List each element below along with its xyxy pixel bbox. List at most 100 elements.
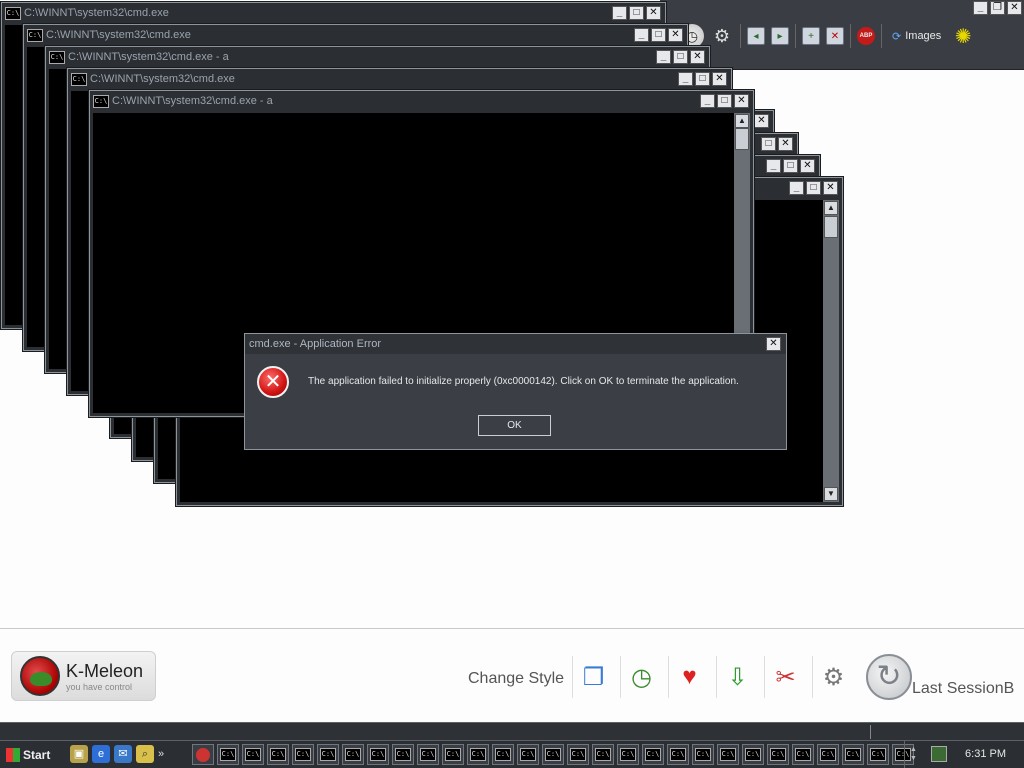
scroll-up-button[interactable]: ▲ — [735, 114, 749, 128]
maximize-button[interactable]: □ — [695, 72, 710, 86]
minimize-button[interactable]: _ — [612, 6, 627, 20]
close-button[interactable]: ✕ — [778, 137, 793, 151]
task-button-cmd[interactable]: C:\ — [492, 744, 514, 765]
start-button[interactable]: Start — [2, 745, 54, 765]
cmd-window-titlebar[interactable]: C:\ C:\WINNT\system32\cmd.exe — [68, 69, 731, 89]
close-button[interactable]: ✕ — [800, 159, 815, 173]
adblock-icon[interactable]: ABP — [857, 27, 875, 45]
favorites-heart-icon[interactable]: ♥ — [668, 656, 710, 698]
quick-launch: ▣ e ✉ ⌕ » — [70, 745, 164, 763]
dialog-titlebar[interactable]: cmd.exe - Application Error — [245, 334, 786, 354]
cmd-window-buttons: _ □ ✕ — [700, 94, 749, 108]
kaleidoscope-icon[interactable]: ✺ — [951, 24, 975, 48]
tray-scroll-arrows[interactable]: ▲ ▼ — [910, 745, 917, 763]
task-button-cmd[interactable]: C:\ — [342, 744, 364, 765]
task-button-cmd[interactable]: C:\ — [592, 744, 614, 765]
minimize-button[interactable]: _ — [700, 94, 715, 108]
ok-button[interactable]: OK — [478, 415, 551, 436]
task-button-cmd[interactable]: C:\ — [217, 744, 239, 765]
last-session-button[interactable]: ↻ Last SessionB — [866, 654, 1014, 700]
scroll-up-button[interactable]: ▲ — [824, 201, 838, 215]
task-button-cmd[interactable]: C:\ — [392, 744, 414, 765]
close-button[interactable]: ✕ — [668, 28, 683, 42]
maximize-button[interactable]: □ — [806, 181, 821, 195]
search-icon[interactable]: ⌕ — [136, 745, 154, 763]
task-button-cmd[interactable]: C:\ — [317, 744, 339, 765]
minimize-button[interactable]: _ — [656, 50, 671, 64]
scroll-down-button[interactable]: ▼ — [824, 487, 838, 501]
cmd-window-titlebar[interactable]: C:\ C:\WINNT\system32\cmd.exe — [2, 3, 665, 23]
privacy-icon[interactable]: ⚙ — [812, 656, 854, 698]
minimize-button[interactable]: _ — [766, 159, 781, 173]
vertical-scrollbar[interactable]: ▲ ▼ — [823, 200, 839, 502]
change-style-button[interactable]: Change Style — [468, 670, 564, 688]
last-session-label: Last SessionB — [912, 680, 1015, 697]
task-button-cmd[interactable]: C:\ — [442, 744, 464, 765]
task-button-cmd[interactable]: C:\ — [417, 744, 439, 765]
minimize-button[interactable]: _ — [789, 181, 804, 195]
task-button-cmd[interactable]: C:\ — [792, 744, 814, 765]
minimize-button[interactable]: _ — [634, 28, 649, 42]
task-button-cmd[interactable]: C:\ — [742, 744, 764, 765]
close-button[interactable]: ✕ — [754, 114, 769, 128]
ie-icon[interactable]: e — [92, 745, 110, 763]
task-button-cmd[interactable]: C:\ — [767, 744, 789, 765]
maximize-button[interactable]: □ — [717, 94, 732, 108]
forward-icon[interactable]: ▸ — [771, 27, 789, 45]
scroll-thumb[interactable] — [824, 216, 838, 238]
task-button-cmd[interactable]: C:\ — [842, 744, 864, 765]
task-button-cmd[interactable]: C:\ — [567, 744, 589, 765]
task-button-cmd[interactable]: C:\ — [642, 744, 664, 765]
task-button-cmd[interactable]: C:\ — [542, 744, 564, 765]
close-tab-icon[interactable]: ✕ — [826, 27, 844, 45]
maximize-button[interactable]: □ — [651, 28, 666, 42]
outlook-icon[interactable]: ✉ — [114, 745, 132, 763]
task-button-cmd[interactable]: C:\ — [717, 744, 739, 765]
settings-icon[interactable]: ⚙ — [710, 24, 734, 48]
new-window-icon[interactable]: ❐ — [572, 656, 614, 698]
task-button-kmeleon[interactable] — [192, 744, 214, 765]
show-desktop-icon[interactable]: ▣ — [70, 745, 88, 763]
task-button-cmd[interactable]: C:\ — [617, 744, 639, 765]
close-button[interactable]: ✕ — [646, 6, 661, 20]
kmeleon-logo[interactable]: K-Meleon you have control — [11, 651, 156, 701]
download-icon[interactable]: ⇩ — [716, 656, 758, 698]
task-button-cmd[interactable]: C:\ — [467, 744, 489, 765]
task-button-cmd[interactable]: C:\ — [242, 744, 264, 765]
tray-network-icon[interactable] — [931, 746, 947, 762]
dialog-close-button[interactable]: ✕ — [766, 337, 781, 351]
close-button[interactable]: ✕ — [712, 72, 727, 86]
new-tab-icon[interactable]: + — [802, 27, 820, 45]
clock[interactable]: 6:31 PM — [965, 748, 1006, 760]
task-button-cmd[interactable]: C:\ — [667, 744, 689, 765]
application-error-dialog[interactable]: cmd.exe - Application Error ✕ ✕ The appl… — [244, 333, 787, 450]
system-tray: ▲ ▼ 6:31 PM — [904, 741, 1024, 768]
task-button-cmd[interactable]: C:\ — [867, 744, 889, 765]
close-button[interactable]: ✕ — [823, 181, 838, 195]
images-button[interactable]: ⟳ Images — [888, 30, 945, 43]
maximize-button[interactable]: □ — [673, 50, 688, 64]
minimize-button[interactable]: _ — [973, 1, 988, 15]
cmd-window-titlebar[interactable]: C:\ C:\WINNT\system32\cmd.exe — [24, 25, 687, 45]
maximize-button[interactable]: □ — [783, 159, 798, 173]
quick-launch-more[interactable]: » — [158, 745, 164, 763]
task-button-cmd[interactable]: C:\ — [517, 744, 539, 765]
maximize-button[interactable]: □ — [629, 6, 644, 20]
minimize-button[interactable]: _ — [678, 72, 693, 86]
close-button[interactable]: ✕ — [1007, 1, 1022, 15]
task-button-cmd[interactable]: C:\ — [817, 744, 839, 765]
close-button[interactable]: ✕ — [690, 50, 705, 64]
back-icon[interactable]: ◂ — [747, 27, 765, 45]
task-button-cmd[interactable]: C:\ — [692, 744, 714, 765]
maximize-button[interactable]: □ — [761, 137, 776, 151]
task-button-cmd[interactable]: C:\ — [292, 744, 314, 765]
task-button-cmd[interactable]: C:\ — [267, 744, 289, 765]
cmd-window-titlebar[interactable]: C:\ C:\WINNT\system32\cmd.exe - a — [46, 47, 709, 67]
clock-icon[interactable]: ◷ — [620, 656, 662, 698]
cmd-window-titlebar[interactable]: C:\ C:\WINNT\system32\cmd.exe - a — [90, 91, 753, 111]
task-button-cmd[interactable]: C:\ — [367, 744, 389, 765]
tools-icon[interactable]: ✂ — [764, 656, 806, 698]
close-button[interactable]: ✕ — [734, 94, 749, 108]
scroll-thumb[interactable] — [735, 128, 749, 150]
restore-button[interactable]: ❐ — [990, 1, 1005, 15]
